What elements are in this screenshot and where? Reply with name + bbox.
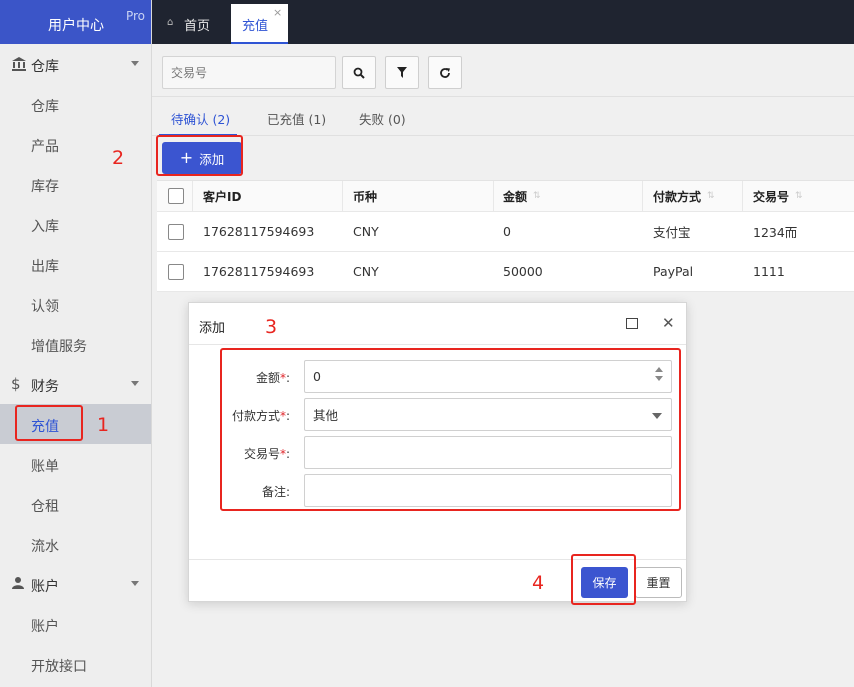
close-icon[interactable]: ✕	[662, 314, 675, 332]
table-row[interactable]: 17628117594693 CNY 0 支付宝 1234而	[157, 212, 854, 252]
sort-icon[interactable]: ⇅	[707, 191, 715, 201]
sidebar-item-warehouse[interactable]: 仓库	[0, 84, 151, 124]
cell-transaction-no: 1111	[753, 264, 785, 279]
cell-payment-method: PayPal	[653, 264, 694, 279]
tab-recharge[interactable]: 充值 ×	[231, 4, 288, 44]
sidebar-item-bills[interactable]: 账单	[0, 444, 151, 484]
home-icon: ⌂	[167, 17, 174, 28]
recharge-table: 客户ID 币种 金额 ⇅ 付款方式 ⇅ 交易号 ⇅ 17628117594693 CN…	[157, 180, 854, 292]
cell-customer-id: 17628117594693	[203, 224, 315, 239]
maximize-icon[interactable]	[626, 318, 638, 329]
filter-button[interactable]	[385, 56, 419, 89]
dollar-icon: $	[11, 375, 21, 393]
annotation-box-save	[571, 554, 636, 605]
annotation-number: 4	[532, 572, 545, 594]
search-icon	[353, 67, 365, 79]
cell-amount: 0	[503, 224, 511, 239]
sidebar-item-inbound[interactable]: 入库	[0, 204, 151, 244]
sidebar-group-label: 财务	[31, 379, 59, 395]
annotation-box-recharge	[15, 405, 83, 441]
sidebar-item-label: 增值服务	[31, 339, 87, 355]
sidebar-group-account[interactable]: 账户	[0, 564, 151, 604]
user-icon	[11, 576, 27, 592]
sidebar: 用户中心 Pro 仓库 仓库 产品 库存 入库 出库 认领 增值服务 $ 财务 …	[0, 0, 152, 687]
search-button[interactable]	[342, 56, 376, 89]
sidebar-item-value-added[interactable]: 增值服务	[0, 324, 151, 364]
table-header: 客户ID 币种 金额 ⇅ 付款方式 ⇅ 交易号 ⇅	[157, 180, 854, 212]
chevron-down-icon	[131, 61, 139, 66]
annotation-box-form	[220, 348, 681, 511]
column-header: 客户ID	[203, 189, 242, 204]
filter-icon	[397, 67, 407, 78]
top-tab-bar: ⌂ 首页 充值 ×	[152, 0, 854, 44]
dialog-title: 添加	[199, 321, 226, 336]
sidebar-group-finance[interactable]: $ 财务	[0, 364, 151, 404]
brand-header: 用户中心 Pro	[0, 0, 151, 44]
status-tabs: 待确认 (2) 已充值 (1) 失败 (0)	[152, 96, 854, 136]
tab-pending[interactable]: 待确认 (2)	[171, 109, 230, 128]
sidebar-item-storage-rent[interactable]: 仓租	[0, 484, 151, 524]
cell-transaction-no: 1234而	[753, 225, 798, 240]
sidebar-item-label: 开放接口	[31, 659, 87, 675]
tab-label: 首页	[184, 19, 211, 34]
chevron-down-icon	[131, 381, 139, 386]
cell-customer-id: 17628117594693	[203, 264, 315, 279]
column-header[interactable]: 付款方式 ⇅	[653, 181, 715, 211]
column-header: 币种	[353, 189, 378, 204]
annotation-number: 2	[112, 147, 125, 169]
tab-failed[interactable]: 失败 (0)	[359, 109, 406, 128]
reset-button[interactable]: 重置	[635, 567, 682, 598]
sort-icon[interactable]: ⇅	[533, 191, 541, 201]
sort-icon[interactable]: ⇅	[795, 191, 803, 201]
sidebar-item-label: 入库	[31, 219, 59, 235]
cell-amount: 50000	[503, 264, 543, 279]
sidebar-item-label: 仓库	[31, 99, 59, 115]
refresh-button[interactable]	[428, 56, 462, 89]
sidebar-item-label: 流水	[31, 539, 59, 555]
annotation-box-add	[156, 135, 243, 176]
sidebar-item-inventory[interactable]: 库存	[0, 164, 151, 204]
sidebar-item-label: 产品	[31, 139, 59, 155]
search-input[interactable]	[162, 56, 336, 89]
sidebar-item-label: 账户	[31, 619, 59, 635]
pro-badge: Pro	[125, 9, 145, 23]
tab-recharged[interactable]: 已充值 (1)	[267, 109, 326, 128]
sidebar-item-label: 库存	[31, 179, 59, 195]
row-checkbox[interactable]	[168, 252, 184, 291]
sidebar-item-outbound[interactable]: 出库	[0, 244, 151, 284]
cell-payment-method: 支付宝	[653, 225, 691, 240]
refresh-icon	[440, 67, 450, 78]
chevron-down-icon	[131, 581, 139, 586]
sidebar-item-account[interactable]: 账户	[0, 604, 151, 644]
select-all-checkbox[interactable]	[168, 181, 184, 211]
row-checkbox[interactable]	[168, 212, 184, 251]
sidebar-group-label: 仓库	[31, 59, 59, 75]
tab-home[interactable]: ⌂ 首页	[152, 0, 224, 44]
sidebar-item-label: 认领	[31, 299, 59, 315]
sidebar-item-label: 仓租	[31, 499, 59, 515]
cell-currency: CNY	[353, 224, 379, 239]
sidebar-group-label: 账户	[31, 579, 59, 595]
cell-currency: CNY	[353, 264, 379, 279]
sidebar-group-warehouse[interactable]: 仓库	[0, 44, 151, 84]
column-header[interactable]: 金额 ⇅	[503, 181, 541, 211]
sidebar-item-claim[interactable]: 认领	[0, 284, 151, 324]
bank-icon	[11, 56, 27, 72]
sidebar-item-open-api[interactable]: 开放接口	[0, 644, 151, 684]
dialog-header: 添加 ✕	[189, 303, 686, 345]
sidebar-item-label: 账单	[31, 459, 59, 475]
annotation-number: 3	[265, 316, 278, 338]
annotation-number: 1	[97, 414, 110, 436]
table-row[interactable]: 17628117594693 CNY 50000 PayPal 1111	[157, 252, 854, 292]
close-icon[interactable]: ×	[273, 6, 282, 19]
sidebar-item-products[interactable]: 产品	[0, 124, 151, 164]
column-header[interactable]: 交易号 ⇅	[753, 181, 803, 211]
sidebar-item-transactions[interactable]: 流水	[0, 524, 151, 564]
brand-title: 用户中心	[48, 18, 104, 34]
tab-label: 充值	[242, 19, 269, 34]
sidebar-item-label: 出库	[31, 259, 59, 275]
